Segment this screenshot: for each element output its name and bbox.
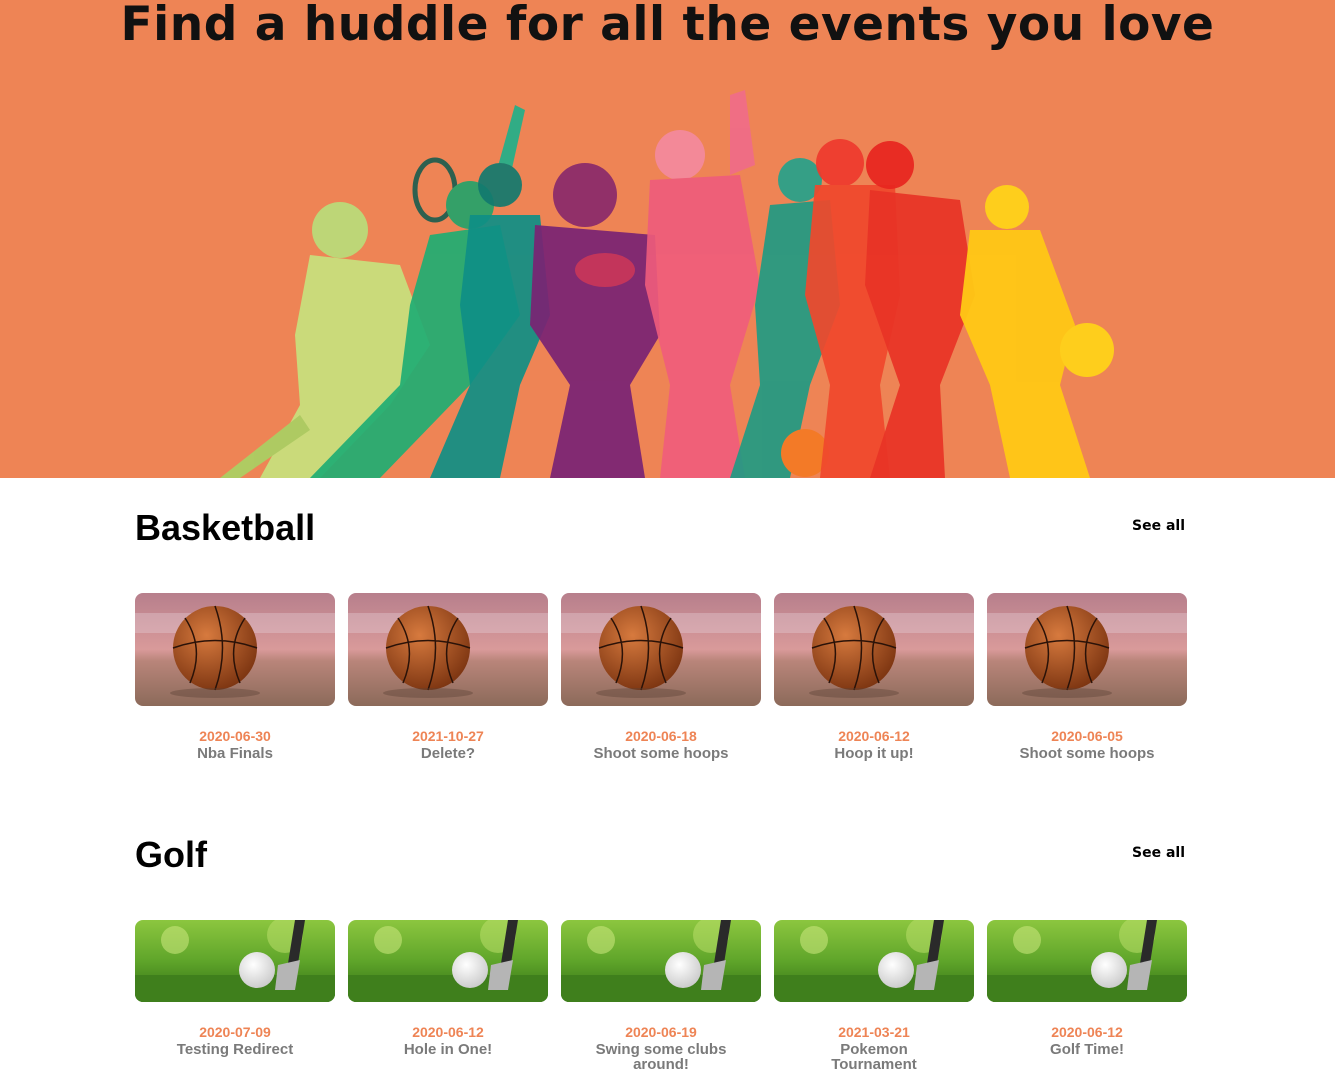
- hero-banner: Find a huddle for all the events you lov…: [0, 0, 1335, 478]
- event-name: Hole in One!: [403, 1041, 493, 1058]
- event-card-list: 2020-06-30 Nba Finals 2021-10-27 Delete?: [135, 593, 1187, 761]
- basketball-image: [561, 593, 761, 706]
- event-date: 2020-06-19: [625, 1024, 697, 1040]
- volleyball-player-silhouette: [645, 90, 760, 478]
- basketball-image: [987, 593, 1187, 706]
- sports-silhouettes-illustration: [220, 90, 1114, 478]
- see-all-link[interactable]: See all: [1132, 845, 1185, 861]
- event-card[interactable]: 2020-06-12 Golf Time!: [987, 920, 1187, 1072]
- event-card[interactable]: 2020-06-12 Hole in One!: [348, 920, 548, 1072]
- event-card[interactable]: 2021-03-21 Pokemon Tournament: [774, 920, 974, 1072]
- event-card[interactable]: 2021-10-27 Delete?: [348, 593, 548, 761]
- golf-image: [348, 920, 548, 1002]
- event-name: Hoop it up!: [834, 745, 914, 762]
- event-date: 2020-06-30: [199, 728, 271, 744]
- section-title: Golf: [135, 834, 207, 875]
- basketball-image: [774, 593, 974, 706]
- event-date: 2020-06-12: [1051, 1024, 1123, 1040]
- category-section-basketball: Basketball See all 2020-06-30 Nba Finals…: [135, 508, 1187, 778]
- event-card[interactable]: 2020-06-30 Nba Finals: [135, 593, 335, 761]
- event-name: Delete?: [420, 745, 476, 762]
- basketball-player-silhouette: [960, 185, 1114, 478]
- event-name: Shoot some hoops: [593, 745, 729, 762]
- event-date: 2021-10-27: [412, 728, 484, 744]
- see-all-link[interactable]: See all: [1132, 518, 1185, 534]
- event-date: 2020-07-09: [199, 1024, 271, 1040]
- event-card[interactable]: 2020-06-19 Swing some clubs around!: [561, 920, 761, 1072]
- event-card[interactable]: 2020-06-18 Shoot some hoops: [561, 593, 761, 761]
- golf-image: [987, 920, 1187, 1002]
- event-card[interactable]: 2020-07-09 Testing Redirect: [135, 920, 335, 1072]
- event-name: Pokemon Tournament: [831, 1041, 917, 1073]
- event-name: Shoot some hoops: [1019, 745, 1155, 762]
- event-name: Golf Time!: [1050, 1041, 1124, 1058]
- golf-image: [774, 920, 974, 1002]
- event-name: Swing some clubs around!: [595, 1041, 727, 1073]
- basketball-image: [348, 593, 548, 706]
- event-date: 2020-06-18: [625, 728, 697, 744]
- event-date: 2020-06-12: [412, 1024, 484, 1040]
- event-date: 2021-03-21: [838, 1024, 910, 1040]
- event-name: Testing Redirect: [176, 1041, 294, 1058]
- event-card[interactable]: 2020-06-05 Shoot some hoops: [987, 593, 1187, 761]
- event-date: 2020-06-12: [838, 728, 910, 744]
- football-player-silhouette: [530, 163, 660, 478]
- category-section-golf: Golf See all 2020-07-09 Testing Redirect…: [135, 835, 1187, 1075]
- event-card[interactable]: 2020-06-12 Hoop it up!: [774, 593, 974, 761]
- golf-image: [561, 920, 761, 1002]
- event-name: Nba Finals: [197, 745, 273, 762]
- golf-image: [135, 920, 335, 1002]
- event-date: 2020-06-05: [1051, 728, 1123, 744]
- event-card-list: 2020-07-09 Testing Redirect 2020-06-12 H…: [135, 920, 1187, 1072]
- basketball-image: [135, 593, 335, 706]
- section-title: Basketball: [135, 507, 316, 548]
- hero-title: Find a huddle for all the events you lov…: [120, 0, 1215, 52]
